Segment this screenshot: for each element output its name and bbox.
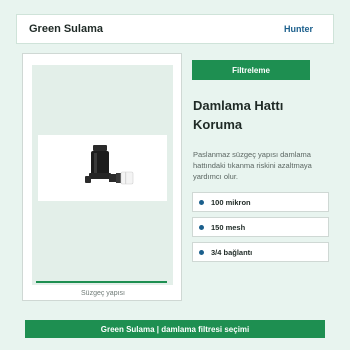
spec-label: 3/4 bağlantı xyxy=(211,247,253,257)
hunter-link[interactable]: Hunter xyxy=(284,24,313,34)
bullet-dot-icon xyxy=(199,199,204,205)
filter-tab[interactable]: Filtreleme xyxy=(192,60,310,80)
product-photo xyxy=(38,135,167,201)
product-image-card: Süzgeç yapısı xyxy=(22,53,182,301)
brand-logo-text[interactable]: Green Sulama xyxy=(29,23,103,35)
site-header: Green Sulama Hunter xyxy=(16,14,334,44)
spec-list: 100 mikron 150 mesh 3/4 bağlantı xyxy=(192,192,329,267)
drip-filter-valve-icon xyxy=(85,145,134,185)
bullet-dot-icon xyxy=(199,224,204,230)
spec-item-mesh: 150 mesh xyxy=(192,217,329,237)
spec-item-mikron: 100 mikron xyxy=(192,192,329,212)
product-description: Paslanmaz süzgeç yapısı damlama hattında… xyxy=(193,150,312,181)
image-caption: Süzgeç yapısı xyxy=(81,290,125,297)
image-underline-accent xyxy=(36,281,167,283)
product-image-area xyxy=(32,65,173,285)
product-title: Damlama Hattı Koruma xyxy=(193,98,284,132)
bullet-dot-icon xyxy=(199,249,204,255)
spec-item-connection: 3/4 bağlantı xyxy=(192,242,329,262)
spec-label: 150 mesh xyxy=(211,222,246,232)
footer-bar: Green Sulama | damlama filtresi seçimi xyxy=(25,320,325,338)
spec-label: 100 mikron xyxy=(211,197,251,207)
